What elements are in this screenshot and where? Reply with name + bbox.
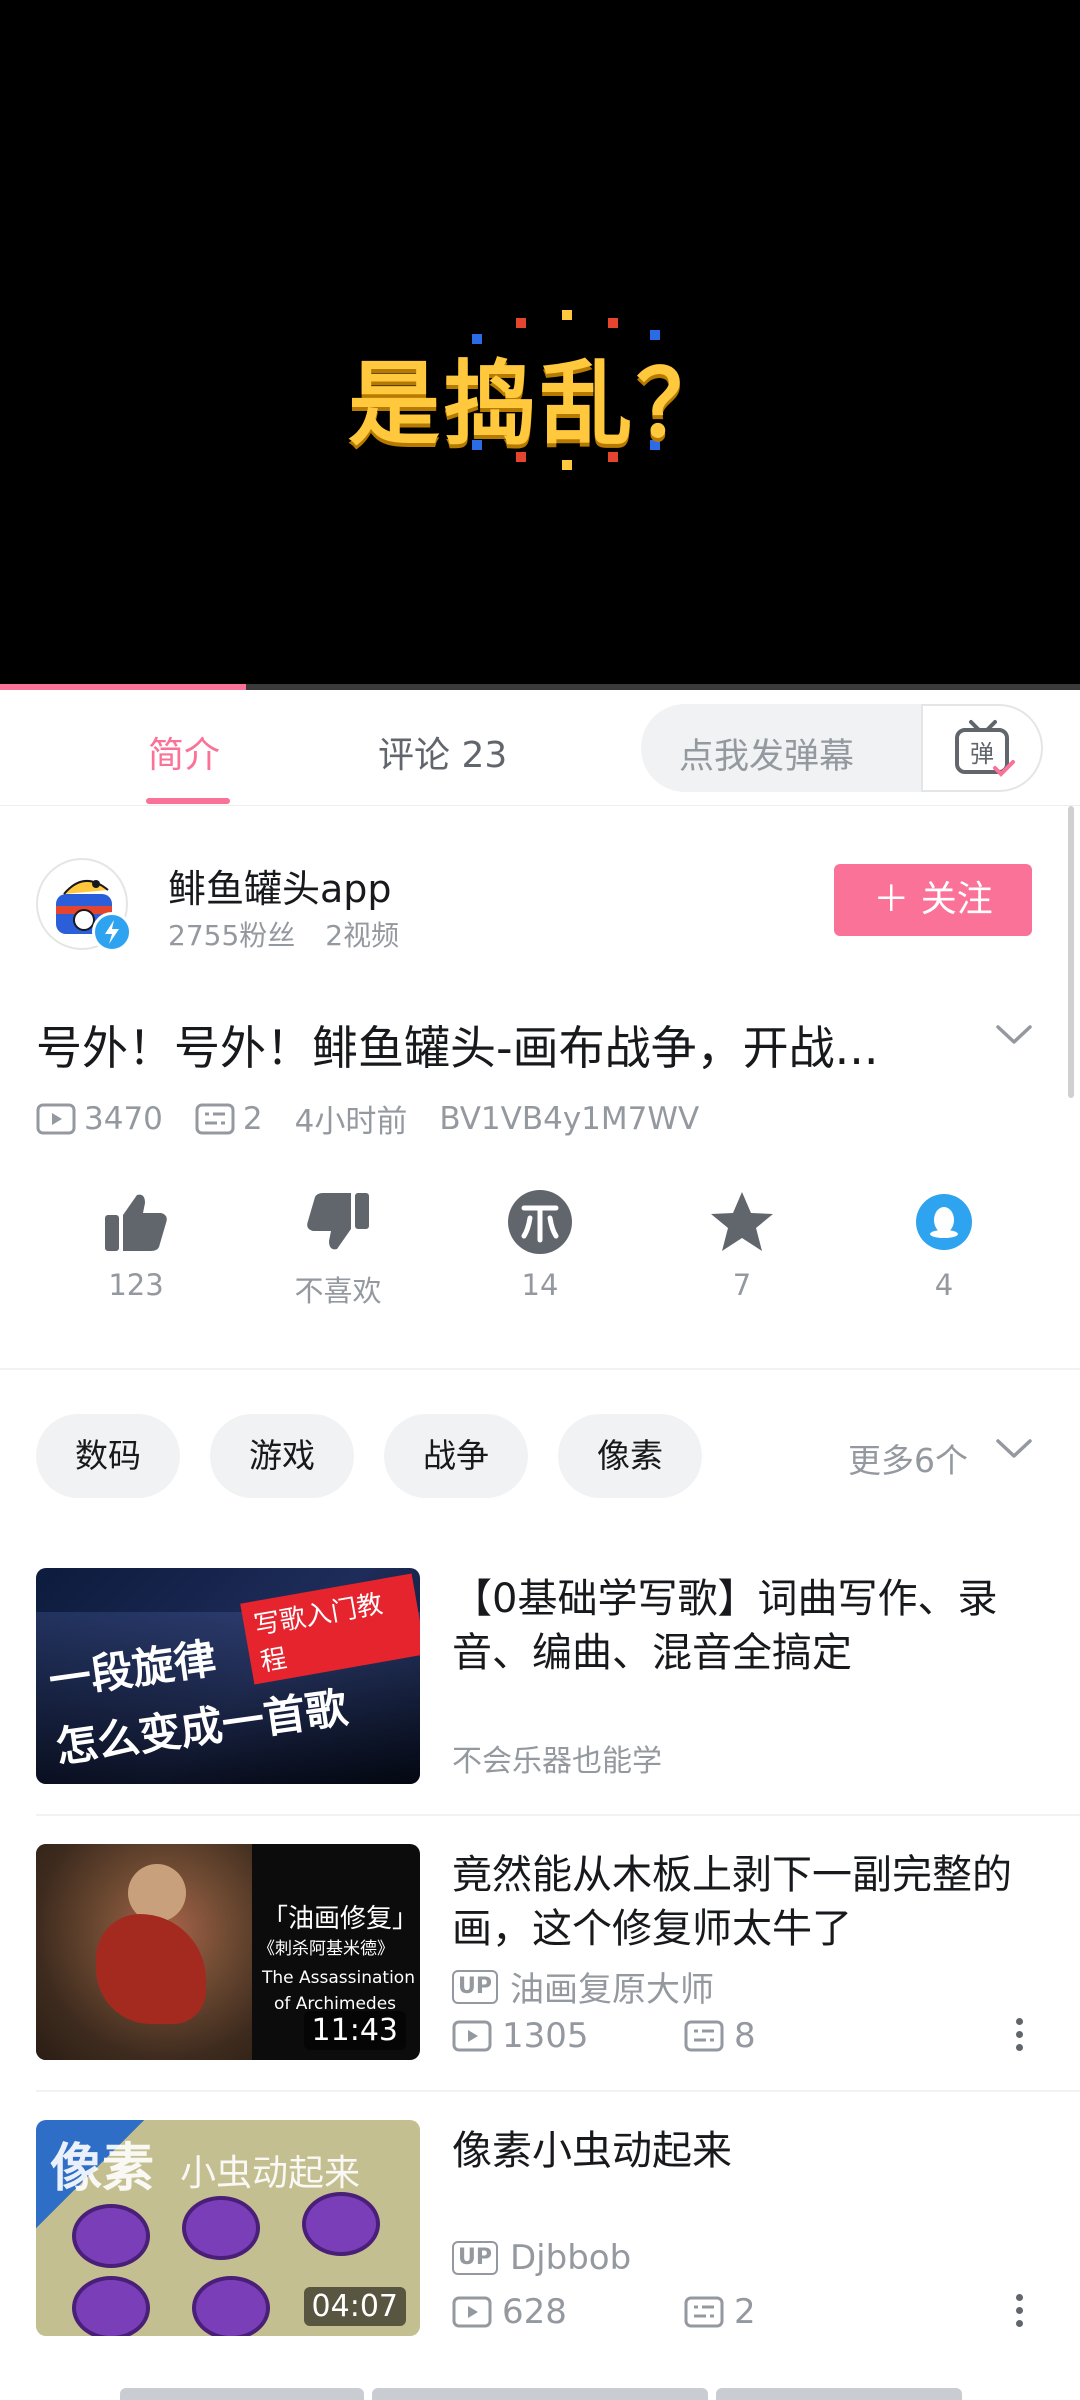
recommended-video[interactable]: 写歌入门教程 一段旋律 怎么变成一首歌 【0基础学写歌】词曲写作、录音、编曲、混… <box>0 1568 1080 1844</box>
video-overlay-text: 是捣乱？ <box>347 351 732 458</box>
tags-more-button[interactable]: 更多6个 <box>848 1434 968 1482</box>
list-divider <box>36 1814 1080 1816</box>
bvid: BV1VB4y1M7WV <box>439 1100 700 1137</box>
tag-chip[interactable]: 战争 <box>384 1414 528 1498</box>
tab-comments[interactable]: 评论 23 <box>378 726 507 778</box>
view-count: 1305 <box>502 2016 589 2056</box>
list-divider <box>36 2090 1080 2092</box>
thumbnail-text: The Assassination <box>262 1968 415 1988</box>
video-player[interactable]: 是捣乱？ <box>0 0 1080 690</box>
more-options-icon[interactable] <box>1016 2018 1024 2057</box>
thumbnail-text: 像素 <box>50 2139 155 2199</box>
danmaku-count-icon <box>684 2020 724 2052</box>
star-icon <box>711 1192 773 1251</box>
video-meta: 3470 2 4小时前 BV1VB4y1M7WV <box>36 1096 731 1141</box>
tab-bar: 简介 评论 23 点我发弹幕 弹 <box>0 690 1080 806</box>
view-count: 3470 <box>84 1100 163 1137</box>
dislike-button[interactable]: 不喜欢 <box>268 1186 408 1310</box>
up-badge-icon: UP <box>452 2241 498 2275</box>
next-item-peek <box>372 2388 708 2400</box>
svg-text:弹: 弹 <box>970 740 994 768</box>
recommended-video-uploader: UP 油画复原大师 <box>452 1962 714 2011</box>
next-item-peek <box>120 2388 364 2400</box>
scrollbar[interactable] <box>1068 806 1074 1098</box>
tag-chip[interactable]: 像素 <box>558 1414 702 1498</box>
uploader-fans: 2755粉丝 <box>168 919 296 952</box>
dislike-label: 不喜欢 <box>294 1274 382 1308</box>
danmaku-count: 2 <box>242 1100 263 1137</box>
tag-chip[interactable]: 数码 <box>36 1414 180 1498</box>
video-title[interactable]: 号外！号外！鲱鱼罐头-画布战争，开战... <box>36 1012 878 1078</box>
uploader-name: Djbbob <box>510 2238 632 2278</box>
thumbnail-text: 小虫动起来 <box>180 2153 361 2194</box>
tag-chip[interactable]: 游戏 <box>210 1414 354 1498</box>
uploader-name[interactable]: 鲱鱼罐头app <box>168 858 392 913</box>
like-count: 123 <box>108 1268 164 1302</box>
video-duration: 11:43 <box>303 2011 406 2050</box>
play-count-icon <box>36 1103 76 1134</box>
recommended-video-title: 竟然能从木板上剥下一副完整的画，这个修复师太牛了 <box>452 1852 1012 1952</box>
coin-count: 14 <box>521 1268 559 1302</box>
next-item-peek <box>716 2388 962 2400</box>
chevron-down-icon[interactable] <box>994 1436 1034 1462</box>
play-count-icon <box>452 2020 492 2052</box>
up-badge-icon: UP <box>452 1969 498 2004</box>
danmaku-toggle-button[interactable]: 弹 <box>921 704 1043 792</box>
follow-label: 关注 <box>920 879 993 920</box>
video-thumbnail[interactable]: 像素 小虫动起来 04:07 <box>36 2120 420 2336</box>
danmaku-count: 2 <box>734 2292 756 2332</box>
video-thumbnail[interactable]: 「油画修复」 《刺杀阿基米德》 The Assassination of Arc… <box>36 1844 420 2060</box>
recommended-video-uploader: UP Djbbob <box>452 2238 631 2278</box>
danmaku-tv-icon: 弹 <box>955 720 1015 777</box>
video-duration: 04:07 <box>303 2287 406 2326</box>
recommended-video[interactable]: 像素 小虫动起来 04:07 像素小虫动起来 UP Djbbob 628 2 <box>0 2120 1080 2396</box>
uploader-stats: 2755粉丝 2视频 <box>168 914 399 954</box>
thumbnail-text: 《刺杀阿基米德》 <box>258 1939 394 1959</box>
follow-button[interactable]: ＋ 关注 <box>834 864 1032 936</box>
danmaku-input[interactable]: 点我发弹幕 弹 <box>641 704 1043 792</box>
recommended-video-title: 【0基础学写歌】词曲写作、录音、编曲、混音全搞定 <box>452 1576 998 1676</box>
play-count-icon <box>452 2296 492 2328</box>
danmaku-count: 8 <box>734 2016 756 2056</box>
uploader-name: 油画复原大师 <box>510 1970 714 2010</box>
recommended-video[interactable]: 「油画修复」 《刺杀阿基米德》 The Assassination of Arc… <box>0 1844 1080 2120</box>
favorite-count: 7 <box>732 1268 752 1302</box>
tab-active-indicator <box>146 798 230 804</box>
video-thumbnail[interactable]: 写歌入门教程 一段旋律 怎么变成一首歌 <box>36 1568 420 1784</box>
danmaku-placeholder: 点我发弹幕 <box>679 737 855 777</box>
more-options-icon[interactable] <box>1016 2294 1024 2333</box>
publish-time: 4小时前 <box>294 1104 408 1140</box>
thumbs-down-icon <box>307 1193 369 1250</box>
plus-icon: ＋ <box>873 879 910 920</box>
section-divider <box>0 1368 1080 1370</box>
expand-chevron-icon[interactable] <box>994 1022 1034 1048</box>
thumbs-up-icon <box>105 1194 167 1251</box>
share-button[interactable]: 4 <box>874 1186 1014 1302</box>
danmaku-count-icon <box>684 2296 724 2328</box>
recommended-video-title: 像素小虫动起来 <box>452 2128 732 2174</box>
coin-icon <box>508 1190 572 1254</box>
coin-button[interactable]: 14 <box>470 1186 610 1302</box>
like-button[interactable]: 123 <box>66 1186 206 1302</box>
favorite-button[interactable]: 7 <box>672 1186 812 1302</box>
recommended-video-subtitle: 不会乐器也能学 <box>452 1744 662 1779</box>
tab-intro[interactable]: 简介 <box>148 726 220 778</box>
thumbnail-text: 「油画修复」 <box>262 1904 419 1934</box>
share-count: 4 <box>934 1268 954 1302</box>
verified-badge-icon <box>92 912 132 952</box>
qq-share-icon <box>916 1194 972 1250</box>
view-count: 628 <box>502 2292 567 2332</box>
danmaku-count-icon <box>195 1103 235 1134</box>
uploader-video-count: 2视频 <box>325 919 400 952</box>
